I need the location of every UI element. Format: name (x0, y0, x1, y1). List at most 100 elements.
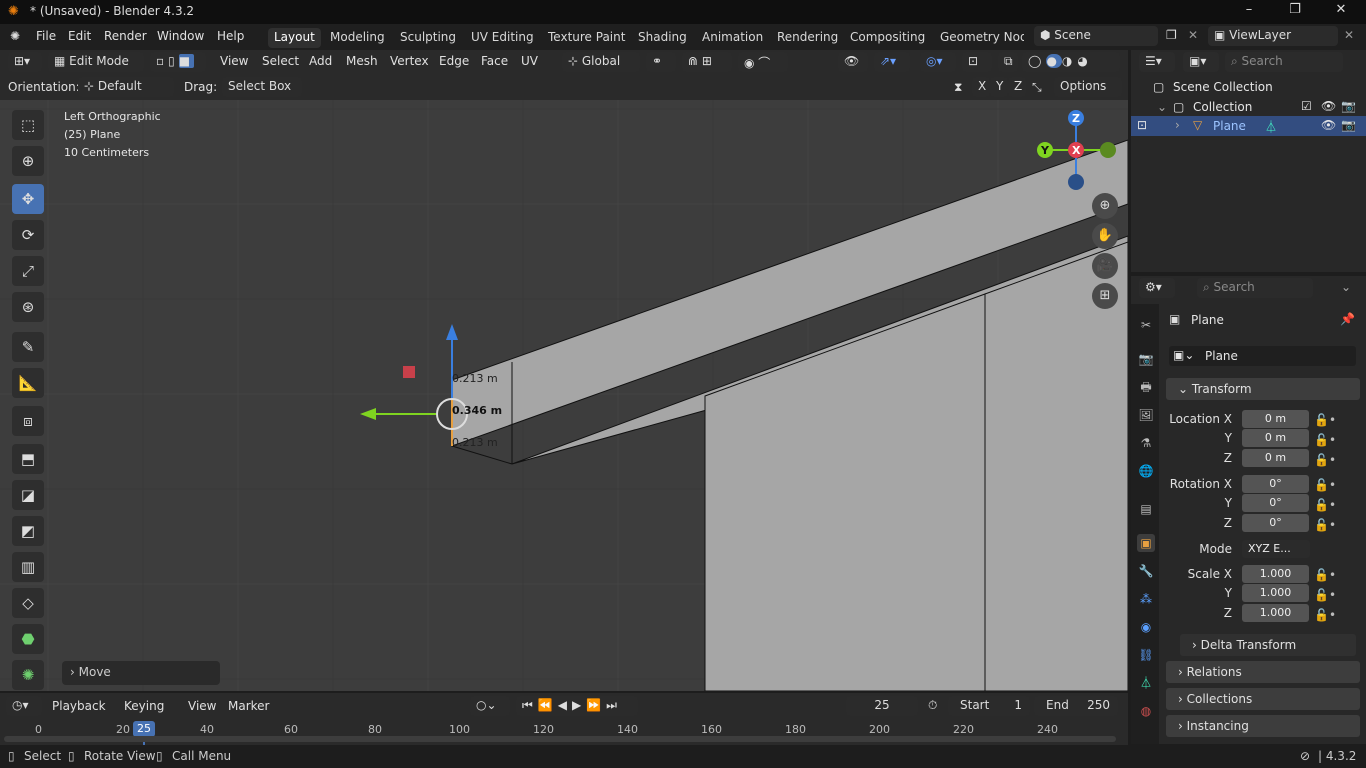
menu-file[interactable]: File (36, 29, 56, 43)
timeline-view-menu[interactable]: View (188, 699, 216, 713)
3d-viewport[interactable]: Left Orthographic (25) Plane 10 Centimet… (0, 100, 1128, 691)
last-operator-panel[interactable]: › Move (62, 661, 220, 685)
menu-select[interactable]: Select (262, 54, 299, 68)
inset-tool-icon[interactable]: ◪ (12, 480, 44, 510)
extrude-tool-icon[interactable]: ⬒ (12, 444, 44, 474)
outliner-editor-type-icon[interactable]: ☰▾ (1139, 52, 1175, 72)
timeline-editor-type-icon[interactable]: ◷▾ (6, 696, 42, 716)
location-x-field[interactable]: 0 m (1242, 410, 1309, 428)
particles-tab-icon[interactable]: ⁂ (1137, 590, 1155, 608)
overlay-toggle-icon[interactable]: ◎▾ (920, 52, 956, 72)
rotate-tool-icon[interactable]: ⟳ (12, 220, 44, 250)
auto-key-icon[interactable]: ○⌄ (470, 696, 510, 716)
relations-panel-header[interactable]: › Relations (1166, 661, 1360, 683)
tab-uv-editing[interactable]: UV Editing (465, 28, 540, 48)
menu-view[interactable]: View (220, 54, 248, 68)
cursor-tool-icon[interactable]: ⊕ (12, 146, 44, 176)
outliner-search-input[interactable]: ⌕ Search (1225, 52, 1343, 72)
maximize-button[interactable]: ❐ (1275, 2, 1315, 22)
minimize-button[interactable]: – (1229, 2, 1269, 22)
playback-menu[interactable]: Playback (52, 699, 106, 713)
measure-tool-icon[interactable]: 📐 (12, 368, 44, 398)
select-box-tool-icon[interactable]: ⬚ (12, 110, 44, 140)
location-z-field[interactable]: 0 m (1242, 449, 1309, 467)
output-tab-icon[interactable]: 🖶 (1137, 378, 1155, 396)
collection-render-icon[interactable]: 📷 (1341, 99, 1356, 113)
tab-modeling[interactable]: Modeling (324, 28, 391, 48)
ortho-grid-icon[interactable]: ⊞ (1092, 283, 1118, 309)
menu-edit[interactable]: Edit (68, 29, 91, 43)
tool-tab-icon[interactable]: ✂ (1137, 316, 1155, 334)
menu-window[interactable]: Window (157, 29, 204, 43)
timeline-scrollbar[interactable] (4, 736, 1116, 742)
start-frame-field[interactable]: Start 1 (948, 696, 1030, 716)
collection-expand-icon[interactable]: ⌄ (1157, 100, 1167, 114)
edit-mode-toggle-icon[interactable]: ⊡ (1137, 118, 1147, 132)
mirror-y-button[interactable]: Y (990, 77, 1008, 97)
lock-icons-scale[interactable]: 🔓• 🔓• 🔓• (1314, 565, 1336, 625)
world-tab-icon[interactable]: 🌐 (1137, 462, 1155, 480)
move-gizmo-plane-handle[interactable] (403, 366, 415, 378)
end-frame-field[interactable]: End 250 (1034, 696, 1118, 716)
display-mode-icon[interactable]: ▣▾ (1183, 52, 1219, 72)
tab-compositing[interactable]: Compositing (844, 28, 931, 48)
menu-help[interactable]: Help (217, 29, 244, 43)
new-scene-icon[interactable]: ❐ (1166, 28, 1177, 42)
physics-tab-icon[interactable]: ◉ (1137, 618, 1155, 636)
annotate-tool-icon[interactable]: ✎ (12, 332, 44, 362)
pan-hand-icon[interactable]: ✋ (1092, 223, 1118, 249)
close-button[interactable]: ✕ (1321, 2, 1361, 22)
constraints-tab-icon[interactable]: ⛓ (1137, 646, 1155, 664)
props-editor-type-icon[interactable]: ⚙▾ (1139, 278, 1175, 298)
rotation-x-field[interactable]: 0° (1242, 475, 1309, 493)
transform-orientation-selector[interactable]: ⊹ Global (562, 52, 640, 72)
keying-menu[interactable]: Keying (124, 699, 164, 713)
rotation-y-field[interactable]: 0° (1242, 494, 1309, 512)
proportional-edit-icon[interactable]: ◉ ⌒ (738, 52, 788, 72)
shading-mode-buttons[interactable]: ◯●◑◕ (1022, 52, 1120, 72)
object-tab-icon[interactable]: ▣ (1137, 534, 1155, 552)
menu-render[interactable]: Render (104, 29, 147, 43)
lock-icons-rotation[interactable]: 🔓• 🔓• 🔓• (1314, 475, 1336, 535)
select-mode-buttons[interactable]: ▫▯■ (150, 52, 206, 72)
scene-collection-label[interactable]: Scene Collection (1173, 80, 1273, 94)
rotation-z-field[interactable]: 0° (1242, 514, 1309, 532)
remove-scene-icon[interactable]: ✕ (1188, 28, 1198, 42)
collection-label[interactable]: Collection (1193, 100, 1252, 114)
lock-icons-location[interactable]: 🔓• 🔓• 🔓• (1314, 410, 1336, 470)
collection-checkbox-icon[interactable]: ☑ (1301, 99, 1312, 113)
mesh-overlay-icon[interactable]: ⊡ (962, 52, 992, 72)
scene-tab-icon[interactable]: ⚗ (1137, 434, 1155, 452)
object-datablock-icon[interactable]: ▣⌄ (1173, 348, 1194, 362)
spin-tool-icon[interactable]: ✺ (12, 660, 44, 690)
zoom-icon[interactable]: ⊕ (1092, 193, 1118, 219)
menu-add[interactable]: Add (309, 54, 332, 68)
mode-selector[interactable]: ▦ Edit Mode (48, 52, 144, 72)
scale-y-field[interactable]: 1.000 (1242, 584, 1309, 602)
object-name-field[interactable]: ▣⌄ Plane (1169, 346, 1356, 366)
tab-shading[interactable]: Shading (632, 28, 693, 48)
menu-uv[interactable]: UV (521, 54, 538, 68)
mirror-icon[interactable]: ⧗ (954, 80, 962, 95)
menu-mesh[interactable]: Mesh (346, 54, 378, 68)
marker-menu[interactable]: Marker (228, 699, 269, 713)
menu-face[interactable]: Face (481, 54, 508, 68)
collections-panel-header[interactable]: › Collections (1166, 688, 1360, 710)
blender-menu-icon[interactable]: ✺ (10, 29, 20, 43)
poly-build-tool-icon[interactable]: ⬣ (12, 624, 44, 654)
material-tab-icon[interactable]: ◍ (1137, 702, 1155, 720)
tab-rendering[interactable]: Rendering (771, 28, 844, 48)
remove-viewlayer-icon[interactable]: ✕ (1344, 28, 1354, 42)
plane-visibility-icon[interactable]: 👁 (1321, 118, 1336, 132)
props-search-input[interactable]: ⌕ Search (1197, 278, 1313, 298)
instancing-panel-header[interactable]: › Instancing (1166, 715, 1360, 737)
drag-dropdown[interactable]: Select Box (222, 77, 302, 97)
options-dropdown[interactable]: Options (1054, 77, 1122, 97)
plane-render-icon[interactable]: 📷 (1341, 118, 1356, 132)
menu-vertex[interactable]: Vertex (390, 54, 429, 68)
snap-icon[interactable]: ⋒ ⊞ (682, 52, 732, 72)
scale-tool-icon[interactable]: ⤢ (12, 256, 44, 286)
scene-selector[interactable]: ⬢ Scene (1034, 26, 1158, 46)
pin-icon[interactable]: 📌 (1340, 312, 1355, 326)
location-y-field[interactable]: 0 m (1242, 429, 1309, 447)
